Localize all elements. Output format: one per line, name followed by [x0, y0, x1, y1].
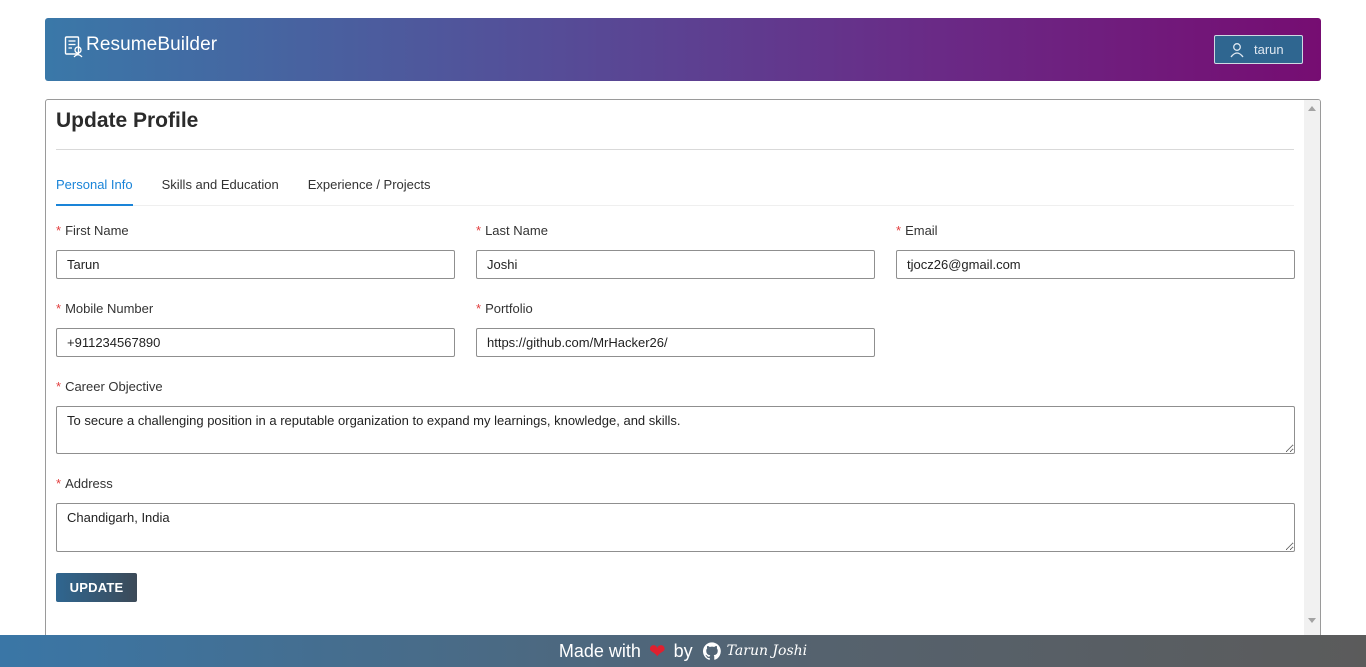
- portfolio-label: * Portfolio: [476, 301, 875, 319]
- mobile-field[interactable]: [56, 328, 455, 357]
- portfolio-field[interactable]: [476, 328, 875, 357]
- user-icon: [1230, 42, 1244, 57]
- mobile-label-text: Mobile Number: [65, 301, 154, 316]
- update-button[interactable]: UPDATE: [56, 573, 137, 602]
- mobile-group: * Mobile Number: [56, 301, 455, 357]
- email-label: * Email: [896, 223, 1295, 241]
- last-name-label: * Last Name: [476, 223, 875, 241]
- footer-by: by: [673, 640, 693, 661]
- user-name: tarun: [1254, 42, 1284, 57]
- last-name-group: * Last Name: [476, 223, 875, 279]
- email-field[interactable]: [896, 250, 1295, 279]
- required-mark: *: [56, 476, 62, 491]
- tab-bar: Personal Info Skills and Education Exper…: [56, 176, 1294, 206]
- address-label: * Address: [56, 476, 1295, 494]
- email-group: * Email: [896, 223, 1295, 279]
- address-field[interactable]: Chandigarh, India: [56, 503, 1295, 552]
- page-title: Update Profile: [56, 109, 199, 132]
- scroll-down-icon[interactable]: [1308, 618, 1316, 623]
- career-objective-label: * Career Objective: [56, 379, 1295, 397]
- email-label-text: Email: [905, 223, 938, 238]
- address-group: * Address Chandigarh, India: [56, 476, 1295, 557]
- last-name-label-text: Last Name: [485, 223, 548, 238]
- scroll-up-icon[interactable]: [1308, 106, 1316, 111]
- scrollbar[interactable]: [1304, 100, 1320, 658]
- footer-made-with: Made with: [558, 640, 641, 661]
- portfolio-label-text: Portfolio: [485, 301, 533, 316]
- top-navbar: ResumeBuilder tarun: [45, 18, 1321, 81]
- required-mark: *: [56, 379, 62, 394]
- required-mark: *: [896, 223, 902, 238]
- github-icon[interactable]: [702, 642, 721, 660]
- tab-skills-education[interactable]: Skills and Education: [162, 176, 279, 206]
- brand-name: ResumeBuilder: [86, 34, 218, 55]
- first-name-group: * First Name: [56, 223, 455, 279]
- mobile-label: * Mobile Number: [56, 301, 455, 319]
- required-mark: *: [56, 301, 62, 316]
- career-objective-label-text: Career Objective: [65, 379, 163, 394]
- tab-experience-projects[interactable]: Experience / Projects: [308, 176, 431, 206]
- tab-personal-info[interactable]: Personal Info: [56, 176, 133, 206]
- address-label-text: Address: [65, 476, 113, 491]
- heart-icon: ❤: [648, 640, 666, 663]
- brand[interactable]: ResumeBuilder: [64, 31, 217, 59]
- career-objective-field[interactable]: To secure a challenging position in a re…: [56, 406, 1295, 454]
- required-mark: *: [56, 223, 62, 238]
- portfolio-group: * Portfolio: [476, 301, 875, 357]
- resume-icon: [64, 36, 83, 58]
- profile-card: Update Profile Personal Info Skills and …: [45, 99, 1321, 659]
- footer-author[interactable]: Tarun Joshi: [727, 643, 808, 659]
- first-name-label-text: First Name: [65, 223, 129, 238]
- last-name-field[interactable]: [476, 250, 875, 279]
- title-divider: [56, 149, 1294, 150]
- first-name-field[interactable]: [56, 250, 455, 279]
- user-menu-button[interactable]: tarun: [1214, 35, 1303, 64]
- career-objective-group: * Career Objective To secure a challengin…: [56, 379, 1295, 459]
- required-mark: *: [476, 223, 482, 238]
- footer: Made with ❤ by Tarun Joshi: [0, 635, 1366, 667]
- first-name-label: * First Name: [56, 223, 455, 241]
- required-mark: *: [476, 301, 482, 316]
